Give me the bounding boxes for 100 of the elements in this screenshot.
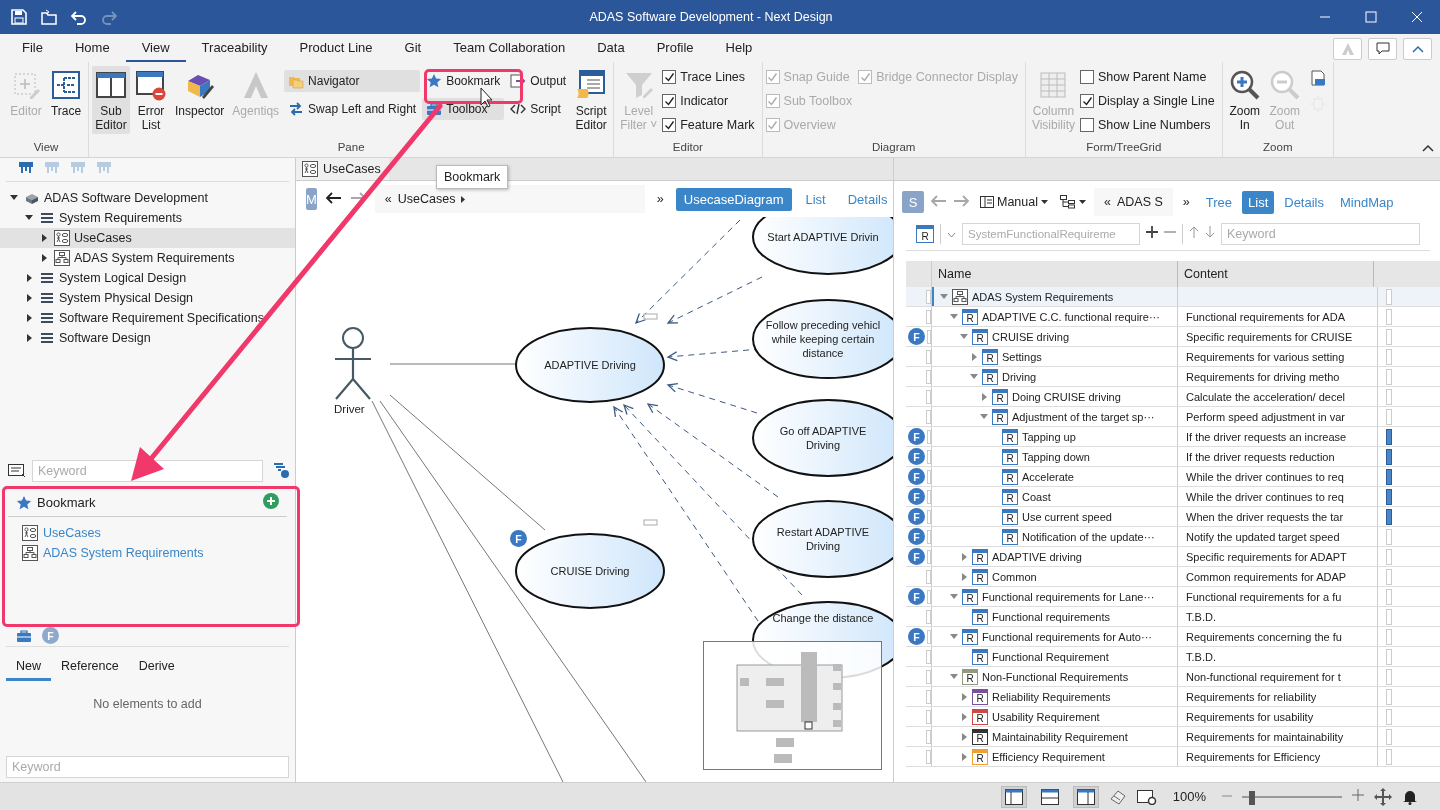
menu-tab[interactable]: Team Collaboration [437,34,582,62]
ribbon-button[interactable]: Trace [47,66,85,120]
menu-tab[interactable]: Help [709,34,769,62]
grid-row[interactable]: R Usability Requirement Requirements for usability [906,707,1440,727]
grid-row[interactable]: F R CRUISE driving Specific requirements for CRUISE [906,327,1440,347]
expand-arrow-icon[interactable] [26,314,32,322]
checkbox[interactable] [662,70,677,84]
expand-arrow-icon[interactable] [26,294,32,302]
grid-row[interactable]: F R ADAPTIVE driving Specific requirements for ADAPT [906,547,1440,567]
ribbon-button[interactable]: Error List [132,66,170,134]
grid-row[interactable]: R Efficiency Requirement Requirements for Efficiency [906,747,1440,767]
move-up-button[interactable] [1189,226,1199,241]
tree-item[interactable]: ADAS System Requirements [0,248,295,268]
breadcrumb-item[interactable]: UseCases [397,192,456,206]
keyword-field[interactable]: Keyword [6,756,289,778]
filter-settings-button[interactable] [273,461,289,481]
collapse-arrow-icon[interactable] [10,195,18,201]
panel-tab[interactable]: New [6,655,51,681]
zoom-slider[interactable] [1242,790,1342,803]
tree-item[interactable]: System Requirements [0,208,295,228]
bookmark-link[interactable]: ADAS System Requirements [43,546,204,560]
slider-thumb[interactable] [1249,790,1255,805]
checkbox[interactable] [662,94,677,108]
grid-row[interactable]: R Functional requirements T.B.D. [906,607,1440,627]
layout-button[interactable] [1000,785,1027,808]
checkbox[interactable] [662,118,677,132]
menu-tab[interactable]: File [6,34,59,62]
document-tab[interactable]: UseCases [296,158,389,180]
display-mode-tab[interactable]: Details [1278,190,1330,214]
use-case-ellipse[interactable] [515,327,665,403]
collapse-arrow-icon[interactable] [25,215,33,221]
menu-tab[interactable]: Home [58,34,126,62]
grid-row[interactable]: F R Use current speed When the driver requests the tar [906,507,1440,527]
panel-tab[interactable]: Reference [51,655,129,681]
ribbon-button[interactable]: Script [506,98,571,120]
tree-item[interactable]: Software Design [0,328,295,348]
grid-row[interactable]: F R Tapping down If the driver requests reduction [906,447,1440,467]
tree-item[interactable]: Software Requirement Specifications [0,308,295,328]
tree-item[interactable]: System Logical Design [0,268,295,288]
ribbon-button[interactable]: Bookmark [422,70,505,92]
feedback-button[interactable] [1368,38,1397,60]
ribbon-button[interactable]: Sub Editor [92,66,130,134]
ribbon-button[interactable]: Swap Left and Right [284,98,421,120]
menu-tab[interactable]: Profile [640,34,710,62]
expand-arrow-icon[interactable] [41,254,47,262]
checkbox[interactable] [1080,94,1094,108]
breadcrumb-item[interactable]: ADAS S [1116,195,1163,209]
grid-row[interactable]: F R Accelerate While the driver continues to req [906,467,1440,487]
grid-row[interactable]: R Settings Requirements for various setting [906,347,1440,367]
bookmark-link[interactable]: UseCases [43,526,101,540]
display-mode-tab[interactable]: MindMap [1334,190,1400,214]
menu-tab[interactable]: Git [388,34,438,62]
tree-item[interactable]: System Physical Design [0,288,295,308]
grid-row[interactable]: R Functional Requirement T.B.D. [906,647,1440,667]
menu-tab[interactable]: Product Line [283,34,389,62]
menu-tab[interactable]: View [125,34,186,62]
caret-icon[interactable] [461,195,466,203]
mode-dropdown[interactable]: Manual [976,193,1052,211]
display-mode-tab[interactable]: Tree [1199,190,1238,214]
use-case-ellipse[interactable] [515,533,665,609]
zoom-in-button[interactable] [1352,789,1364,804]
panel-tab[interactable]: Derive [128,655,185,681]
display-mode-tab[interactable]: List [797,187,834,211]
add-button[interactable] [1146,226,1158,241]
menu-tab[interactable]: Data [581,34,641,62]
grid-row[interactable]: F R Notification of the update··· Notify the updated target speed [906,527,1440,547]
display-mode-tab[interactable]: Details [839,187,896,211]
expand-arrow-icon[interactable] [26,274,32,282]
ribbon-button[interactable]: Zoom In [1225,66,1264,134]
grid-row[interactable]: F R Coast While the driver continues to req [906,487,1440,507]
expand-arrow-icon[interactable] [26,334,32,342]
collapse-button[interactable] [1403,38,1432,60]
grid-row[interactable]: R Reliability Requirements Requirements for reliability [906,687,1440,707]
grid-row[interactable]: R Driving Requirements for driving metho [906,367,1440,387]
menu-tab[interactable]: Traceability [185,34,284,62]
grid-row[interactable]: ADAS System Requirements [906,287,1440,307]
checkbox[interactable] [1080,70,1094,84]
grid-row[interactable]: R Non-Functional Requirements Non-functional requirement for t [906,667,1440,687]
keyword-field[interactable]: Keyword [32,460,263,482]
grid-row[interactable]: F R Tapping up If the driver requests an increase [906,427,1440,447]
breadcrumb-more-button[interactable]: » [650,192,670,206]
keyword-field[interactable]: Keyword [1221,222,1420,245]
display-mode-tab[interactable]: List [1242,190,1275,214]
grid-row[interactable]: R ADAPTIVE C.C. functional require··· Functional requirements for ADA [906,307,1440,327]
grid-row[interactable]: R Doing CRUISE driving Calculate the acceleration/ decel [906,387,1440,407]
breadcrumb-back-button[interactable]: « [384,192,392,206]
grid-row[interactable]: F R Functional requirements for Lane··· Functional requirements for a fu [906,587,1440,607]
save-button[interactable] [8,6,30,28]
tree-item[interactable]: UseCases [0,228,295,248]
layout-button[interactable] [1072,785,1099,808]
breadcrumb-more-button[interactable]: » [1176,195,1196,209]
breadcrumb-back-button[interactable]: « [1104,195,1111,209]
ribbon-button[interactable]: Navigator [284,70,421,92]
grid-row[interactable]: R Common Common requirements for ADAP [906,567,1440,587]
ribbon-button[interactable]: Inspector [172,66,228,120]
checkbox[interactable] [1080,118,1094,132]
add-bookmark-button[interactable] [263,493,279,512]
tree-item[interactable]: ADAS Software Development [0,188,295,208]
ribbon-button[interactable]: Script Editor [572,66,611,134]
grid-row[interactable]: R Maintainability Requirement Requirements for maintainability [906,727,1440,747]
